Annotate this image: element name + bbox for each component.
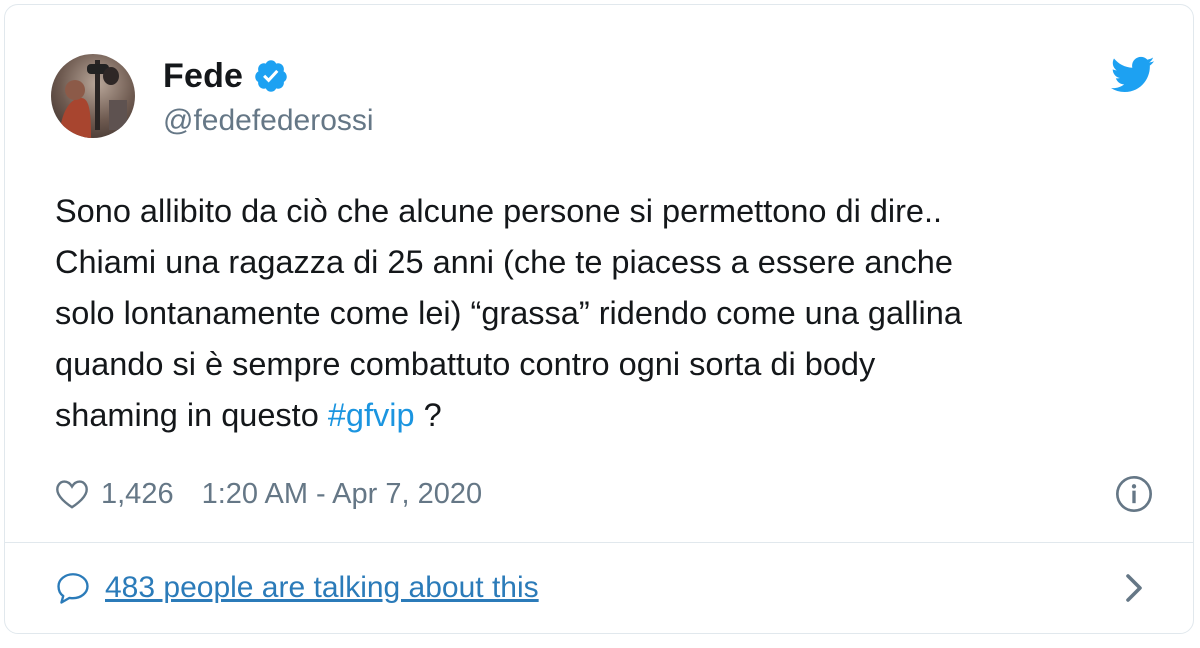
tweet-line: quando si è sempre combattuto contro ogn…: [55, 346, 876, 382]
author-handle[interactable]: @fedefederossi: [163, 104, 374, 138]
tweet-line-last: shaming in questo #gfvip ?: [55, 390, 1165, 441]
profile-photo: [51, 54, 135, 138]
author-name[interactable]: Fede: [163, 57, 243, 96]
hashtag-link[interactable]: #gfvip: [328, 397, 415, 433]
tweet-timestamp[interactable]: 1:20 AM - Apr 7, 2020: [202, 478, 483, 511]
verified-badge-icon: [253, 58, 289, 94]
tweet-meta: 1,426 1:20 AM - Apr 7, 2020: [55, 474, 482, 514]
like-count[interactable]: 1,426: [101, 478, 174, 511]
tweet-line-prefix: shaming in questo: [55, 397, 328, 433]
people-talking-link[interactable]: 483 people are talking about this: [105, 571, 539, 605]
info-icon[interactable]: [1114, 474, 1154, 514]
tweet-line-suffix: ?: [414, 397, 442, 433]
tweet-line: solo lontanamente come lei) “grassa” rid…: [55, 295, 962, 331]
heart-icon[interactable]: [55, 478, 89, 510]
divider: [4, 542, 1194, 543]
chevron-right-icon[interactable]: [1122, 570, 1146, 606]
tweet-line: Chiami una ragazza di 25 anni (che te pi…: [55, 244, 953, 280]
twitter-bird-icon[interactable]: [1111, 56, 1155, 94]
conversation-link-row[interactable]: 483 people are talking about this: [55, 566, 539, 610]
tweet-text: Sono allibito da ciò che alcune persone …: [55, 186, 1165, 441]
speech-bubble-icon: [55, 571, 91, 605]
avatar[interactable]: [51, 54, 135, 138]
author-name-row: Fede: [163, 54, 289, 98]
tweet-line: Sono allibito da ciò che alcune persone …: [55, 193, 943, 229]
